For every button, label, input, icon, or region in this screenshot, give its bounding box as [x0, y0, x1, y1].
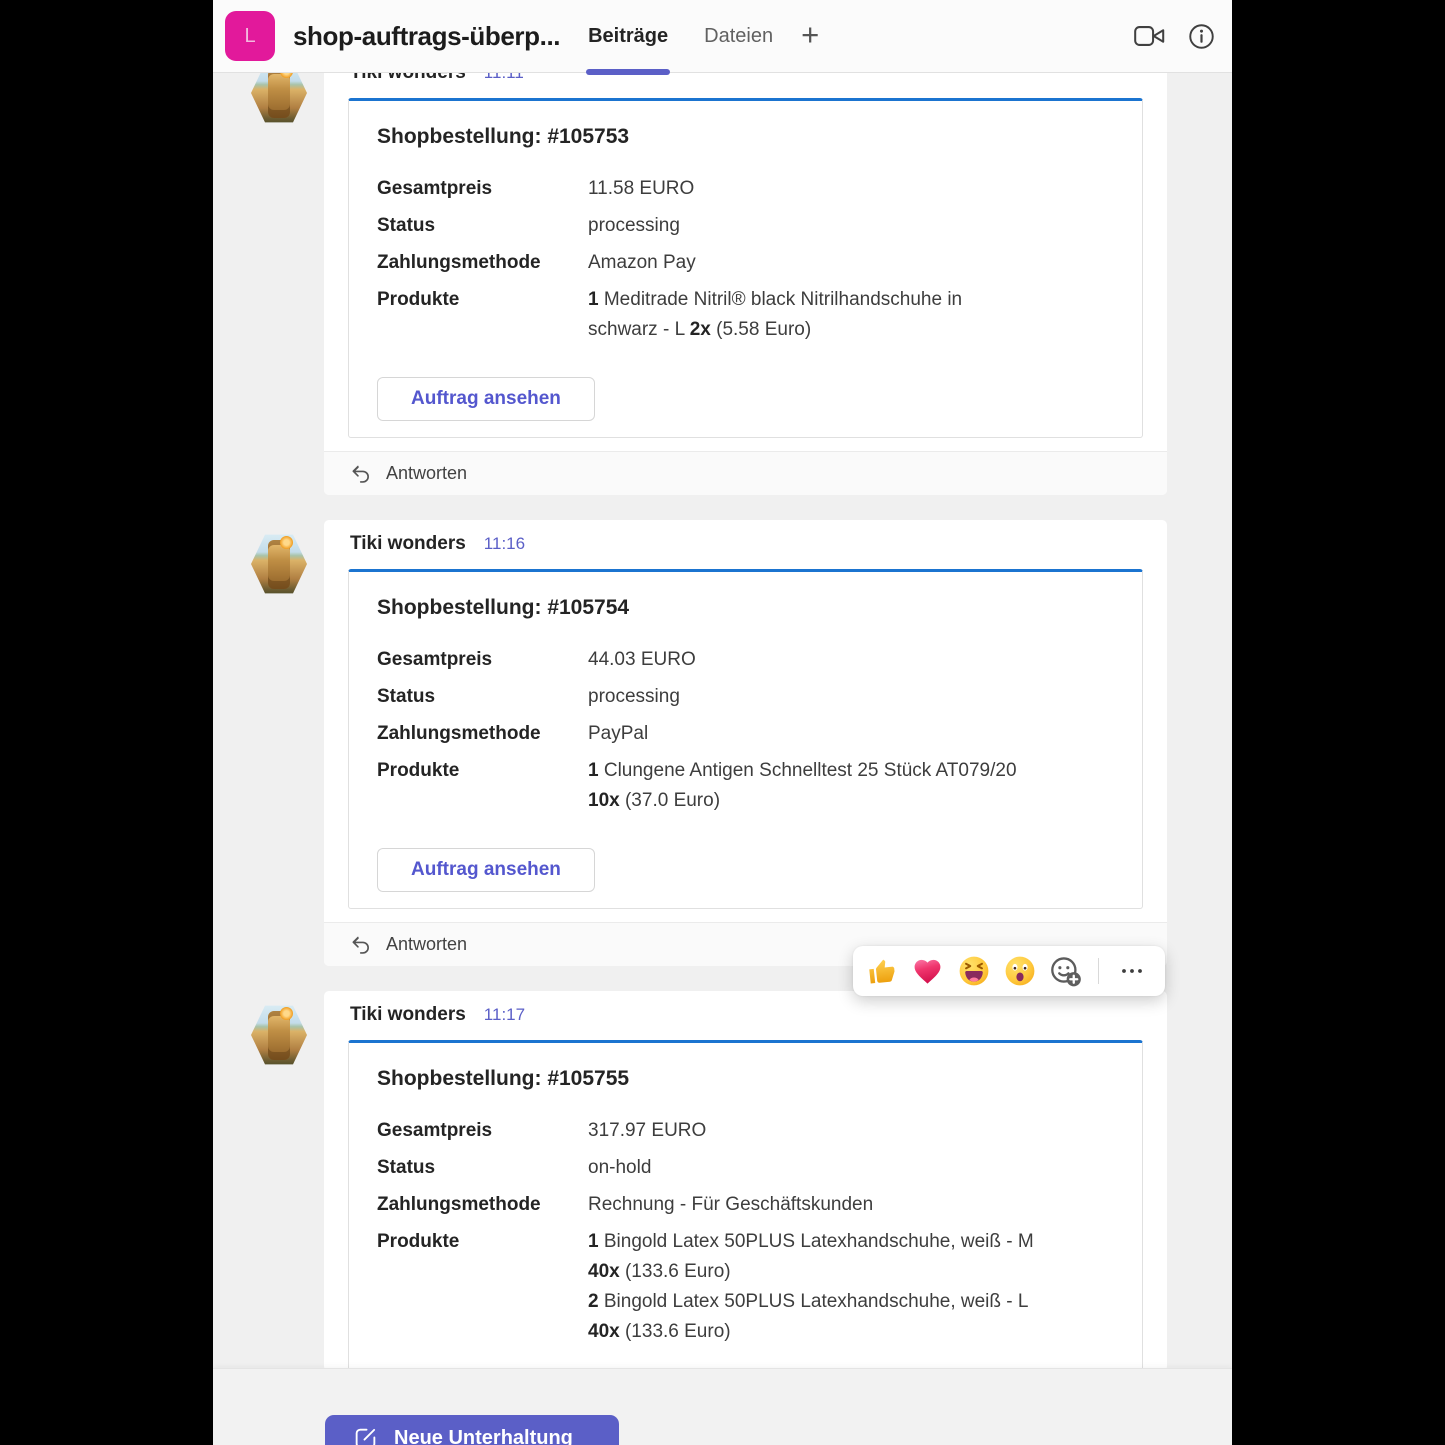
order-card-title: Shopbestellung: #105753	[377, 125, 1114, 149]
message-time: 11:17	[484, 1003, 525, 1027]
thumbs-up-reaction[interactable]	[865, 955, 898, 988]
sender-avatar[interactable]	[251, 73, 307, 123]
reply-label: Antworten	[386, 463, 467, 484]
compose-icon	[353, 1426, 378, 1445]
order-card: Shopbestellung: #105755 Gesamtpreis 317.…	[348, 1040, 1143, 1368]
order-field-row: Status on-hold	[377, 1153, 1114, 1183]
message-time: 11:16	[484, 532, 525, 556]
field-value: processing	[588, 211, 680, 241]
field-value: on-hold	[588, 1153, 651, 1183]
field-value: 317.97 EURO	[588, 1116, 706, 1146]
add-reaction-icon[interactable]	[1049, 955, 1082, 988]
header-actions	[1134, 22, 1216, 51]
field-label: Gesamtpreis	[377, 174, 588, 204]
order-field-row: Zahlungsmethode PayPal	[377, 719, 1114, 749]
view-order-button[interactable]: Auftrag ansehen	[377, 848, 595, 892]
channel-title: shop-auftrags-überp...	[293, 21, 560, 52]
field-value: Amazon Pay	[588, 248, 696, 278]
sender-name[interactable]: Tiki wonders	[350, 532, 466, 556]
reply-label: Antworten	[386, 934, 467, 955]
sender-avatar[interactable]	[251, 534, 307, 594]
order-card: Shopbestellung: #105754 Gesamtpreis 44.0…	[348, 569, 1143, 909]
product-lines: 1 Bingold Latex 50PLUS Latexhandschuhe, …	[588, 1227, 1034, 1347]
field-label: Status	[377, 1153, 588, 1183]
reaction-bar	[853, 946, 1165, 996]
message-list[interactable]: Tiki wonders 11:11 Shopbestellung: #1057…	[213, 73, 1232, 1368]
heart-reaction[interactable]	[911, 955, 944, 988]
order-field-row: Gesamtpreis 317.97 EURO	[377, 1116, 1114, 1146]
field-value: Rechnung - Für Geschäftskunden	[588, 1190, 873, 1220]
reaction-bar-divider	[1098, 958, 1099, 984]
field-label: Zahlungsmethode	[377, 1190, 588, 1220]
field-label: Status	[377, 682, 588, 712]
order-field-row: Gesamtpreis 44.03 EURO	[377, 645, 1114, 675]
message-header: Tiki wonders 11:17	[324, 991, 1167, 1032]
field-label: Gesamtpreis	[377, 645, 588, 675]
order-field-row: Gesamtpreis 11.58 EURO	[377, 174, 1114, 204]
reply-arrow-icon	[350, 934, 372, 956]
message-time: 11:11	[484, 73, 524, 85]
order-card-title: Shopbestellung: #105754	[377, 596, 1114, 620]
order-field-row: Zahlungsmethode Rechnung - Für Geschäfts…	[377, 1190, 1114, 1220]
order-products-row: Produkte 1 Meditrade Nitril® black Nitri…	[377, 285, 1114, 345]
reply-arrow-icon	[350, 463, 372, 485]
surprised-reaction[interactable]	[1003, 955, 1036, 988]
field-label: Gesamtpreis	[377, 1116, 588, 1146]
screenshot-stage: L shop-auftrags-überp... Beiträge Dateie…	[0, 0, 1445, 1445]
laughing-reaction[interactable]	[957, 955, 990, 988]
order-field-row: Zahlungsmethode Amazon Pay	[377, 248, 1114, 278]
message-header: Tiki wonders 11:11	[324, 73, 1167, 90]
add-tab-button[interactable]: +	[801, 19, 819, 54]
tab-bar: Beiträge Dateien	[588, 0, 773, 72]
channel-header: L shop-auftrags-überp... Beiträge Dateie…	[213, 0, 1232, 73]
teams-channel-window: L shop-auftrags-überp... Beiträge Dateie…	[213, 0, 1232, 1445]
order-field-row: Status processing	[377, 682, 1114, 712]
message: Tiki wonders 11:16 Shopbestellung: #1057…	[324, 520, 1167, 966]
field-value: 11.58 EURO	[588, 174, 694, 204]
more-options-icon[interactable]	[1115, 955, 1148, 988]
order-products-row: Produkte 1 Bingold Latex 50PLUS Latexhan…	[377, 1227, 1114, 1347]
field-label: Produkte	[377, 285, 588, 345]
message: Tiki wonders 11:11 Shopbestellung: #1057…	[324, 73, 1167, 495]
order-field-row: Status processing	[377, 211, 1114, 241]
field-label: Status	[377, 211, 588, 241]
field-label: Produkte	[377, 756, 588, 816]
order-card-title: Shopbestellung: #105755	[377, 1067, 1114, 1091]
info-icon[interactable]	[1187, 22, 1216, 51]
video-call-icon[interactable]	[1134, 24, 1165, 48]
order-products-row: Produkte 1 Clungene Antigen Schnelltest …	[377, 756, 1114, 816]
sender-name[interactable]: Tiki wonders	[350, 73, 466, 85]
new-conversation-label: Neue Unterhaltung	[394, 1427, 573, 1445]
message-header: Tiki wonders 11:16	[324, 520, 1167, 561]
new-conversation-button[interactable]: Neue Unterhaltung	[325, 1415, 619, 1445]
sender-name[interactable]: Tiki wonders	[350, 1003, 466, 1027]
view-order-button[interactable]: Auftrag ansehen	[377, 377, 595, 421]
message: Tiki wonders 11:17 Shopbestellung: #1057…	[324, 991, 1167, 1368]
field-label: Produkte	[377, 1227, 588, 1347]
order-card: Shopbestellung: #105753 Gesamtpreis 11.5…	[348, 98, 1143, 438]
field-label: Zahlungsmethode	[377, 248, 588, 278]
product-lines: 1 Meditrade Nitril® black Nitrilhandschu…	[588, 285, 962, 345]
sender-avatar[interactable]	[251, 1005, 307, 1065]
product-lines: 1 Clungene Antigen Schnelltest 25 Stück …	[588, 756, 1017, 816]
tab-beitraege[interactable]: Beiträge	[588, 0, 668, 72]
field-value: 44.03 EURO	[588, 645, 696, 675]
tab-dateien[interactable]: Dateien	[704, 0, 773, 72]
channel-initial: L	[244, 25, 255, 48]
channel-avatar[interactable]: L	[225, 11, 275, 61]
field-value: PayPal	[588, 719, 648, 749]
field-value: processing	[588, 682, 680, 712]
reply-row[interactable]: Antworten	[324, 451, 1167, 495]
field-label: Zahlungsmethode	[377, 719, 588, 749]
composer-bar: Neue Unterhaltung	[213, 1368, 1232, 1445]
